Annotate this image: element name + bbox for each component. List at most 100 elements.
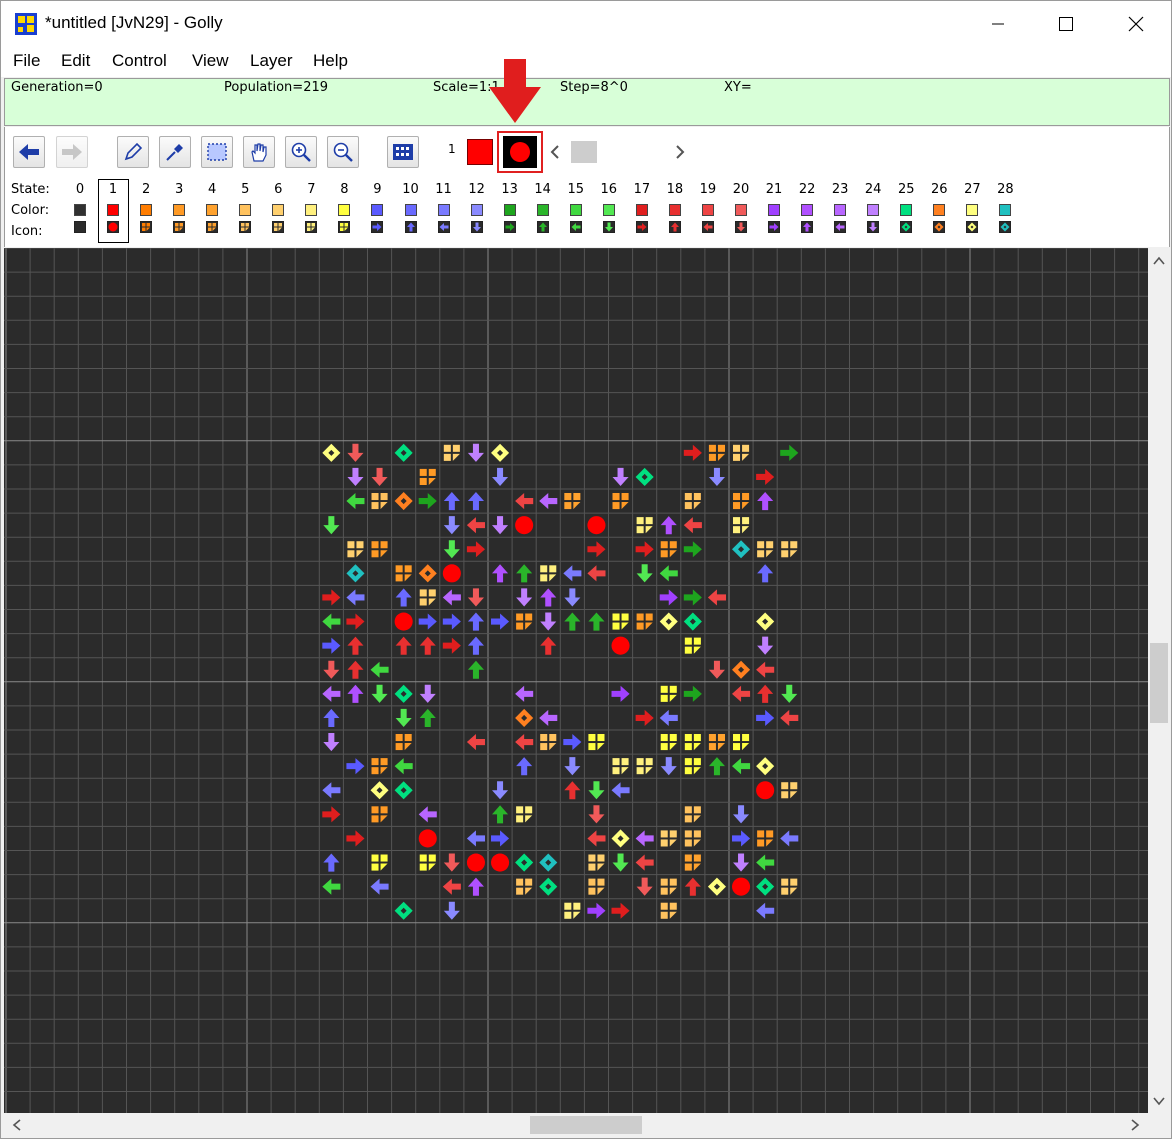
palette-state-28[interactable]: 28: [993, 179, 1017, 233]
cell-state-24[interactable]: [467, 443, 484, 462]
state-scrollbar[interactable]: [546, 138, 696, 166]
cell-state-5[interactable]: [660, 902, 677, 919]
palette-state-10[interactable]: 10: [399, 179, 423, 233]
cell-state-23[interactable]: [539, 493, 558, 510]
cell-state-21[interactable]: [587, 902, 606, 919]
state-icon-quad-icon[interactable]: [173, 221, 186, 233]
zoom-out-tool-button[interactable]: [327, 136, 359, 168]
cell-state-8[interactable]: [588, 734, 605, 751]
cell-state-24[interactable]: [516, 588, 533, 607]
cell-state-26[interactable]: [394, 492, 413, 511]
cell-state-10[interactable]: [395, 588, 412, 607]
state-color-swatch[interactable]: [867, 204, 880, 216]
state-icon-up-icon[interactable]: [404, 221, 417, 233]
cell-state-25[interactable]: [394, 443, 413, 462]
cell-state-4[interactable]: [564, 493, 581, 510]
cell-state-17[interactable]: [587, 541, 606, 558]
cell-state-17[interactable]: [683, 444, 702, 461]
cell-state-25[interactable]: [635, 467, 654, 486]
cell-state-19[interactable]: [732, 685, 751, 702]
cell-state-6[interactable]: [419, 589, 436, 606]
state-icon-right-icon[interactable]: [371, 221, 384, 233]
state-icon-left-icon[interactable]: [437, 221, 450, 233]
state-icon-diamond-icon[interactable]: [900, 221, 913, 233]
state-icon-up-icon[interactable]: [536, 221, 549, 233]
palette-state-23[interactable]: 23: [828, 179, 852, 233]
state-icon-left-icon[interactable]: [701, 221, 714, 233]
cell-state-7[interactable]: [540, 565, 557, 582]
cell-state-27[interactable]: [370, 781, 389, 800]
cell-state-19[interactable]: [707, 589, 726, 606]
cell-state-12[interactable]: [733, 805, 750, 824]
palette-state-25[interactable]: 25: [894, 179, 918, 233]
cell-state-17[interactable]: [322, 589, 341, 606]
cell-state-17[interactable]: [322, 806, 341, 823]
state-icon-diamond-icon[interactable]: [966, 221, 979, 233]
cell-state-11[interactable]: [466, 830, 485, 847]
cell-state-18[interactable]: [347, 660, 364, 679]
state-color-swatch[interactable]: [735, 204, 747, 216]
cell-state-5[interactable]: [540, 734, 557, 751]
cell-state-23[interactable]: [322, 685, 341, 702]
cell-state-25[interactable]: [394, 781, 413, 800]
palette-state-7[interactable]: 7: [299, 179, 323, 233]
palette-state-9[interactable]: 9: [365, 179, 389, 233]
cell-state-3[interactable]: [660, 541, 677, 558]
cell-state-18[interactable]: [419, 636, 436, 655]
cell-state-24[interactable]: [757, 636, 774, 655]
state-icon-down-icon[interactable]: [867, 221, 880, 233]
state-color-swatch[interactable]: [140, 204, 153, 216]
cell-state-3[interactable]: [395, 565, 412, 582]
cell-state-9[interactable]: [442, 613, 461, 630]
cell-state-11[interactable]: [346, 589, 365, 606]
cell-state-6[interactable]: [781, 782, 798, 799]
cell-state-9[interactable]: [491, 613, 510, 630]
palette-state-16[interactable]: 16: [597, 179, 621, 233]
cell-state-22[interactable]: [540, 588, 557, 607]
palette-state-6[interactable]: 6: [266, 179, 290, 233]
cell-state-27[interactable]: [707, 877, 726, 896]
cell-state-17[interactable]: [611, 902, 630, 919]
state-icon-right-icon[interactable]: [768, 221, 781, 233]
cell-state-24[interactable]: [419, 684, 436, 703]
state-icon-left-icon[interactable]: [569, 221, 582, 233]
cell-state-6[interactable]: [347, 541, 364, 558]
cell-state-8[interactable]: [660, 685, 677, 702]
cell-state-17[interactable]: [346, 830, 365, 847]
state-color-swatch[interactable]: [999, 204, 1012, 216]
cell-state-17[interactable]: [346, 613, 365, 630]
cell-state-16[interactable]: [781, 684, 798, 703]
cell-state-12[interactable]: [492, 781, 509, 800]
cell-state-20[interactable]: [467, 588, 484, 607]
cell-state-12[interactable]: [492, 467, 509, 486]
pick-tool-button[interactable]: [159, 136, 191, 168]
state-color-swatch[interactable]: [966, 204, 979, 216]
cell-state-4[interactable]: [684, 854, 701, 871]
state-icon-up-icon[interactable]: [668, 221, 681, 233]
cell-state-11[interactable]: [563, 565, 582, 582]
cell-state-3[interactable]: [516, 613, 533, 630]
cell-state-24[interactable]: [323, 733, 340, 752]
cell-state-14[interactable]: [516, 564, 533, 583]
cell-state-1[interactable]: [611, 636, 630, 655]
cell-state-22[interactable]: [347, 684, 364, 703]
cell-state-10[interactable]: [323, 853, 340, 872]
cell-state-10[interactable]: [467, 636, 484, 655]
cell-state-7[interactable]: [564, 902, 581, 919]
menu-edit[interactable]: Edit: [61, 51, 90, 71]
cell-state-5[interactable]: [371, 493, 388, 510]
cell-state-22[interactable]: [660, 516, 677, 535]
state-color-swatch[interactable]: [173, 204, 186, 216]
cell-state-23[interactable]: [515, 685, 534, 702]
cell-state-18[interactable]: [347, 636, 364, 655]
cell-state-11[interactable]: [756, 902, 775, 919]
cell-state-9[interactable]: [346, 758, 365, 775]
cell-state-12[interactable]: [660, 757, 677, 776]
cell-state-17[interactable]: [756, 468, 775, 485]
cell-state-25[interactable]: [394, 684, 413, 703]
universe-canvas[interactable]: [4, 248, 1148, 1113]
cell-state-12[interactable]: [443, 516, 460, 535]
cell-state-10[interactable]: [467, 612, 484, 631]
state-color-swatch[interactable]: [768, 204, 781, 216]
cell-state-11[interactable]: [322, 782, 341, 799]
